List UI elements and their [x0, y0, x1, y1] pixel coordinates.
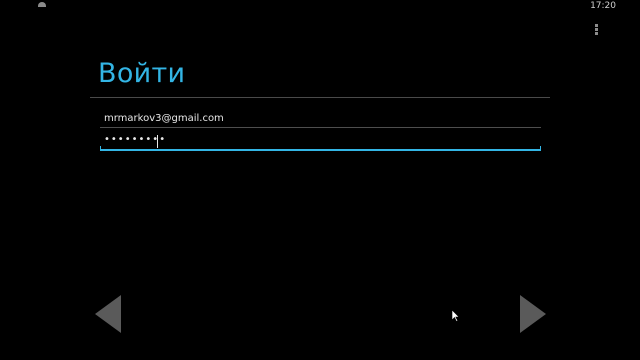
password-field[interactable]: ••••••••• [100, 133, 541, 151]
notification-icon [38, 2, 46, 7]
status-time: 17:20 [590, 1, 616, 11]
password-field-underline [100, 149, 541, 151]
text-cursor [157, 135, 158, 148]
email-field-value: mrmarkov3@gmail.com [104, 113, 224, 124]
password-field-tick-right [540, 146, 541, 151]
password-field-tick-left [100, 146, 101, 151]
title-divider [90, 97, 550, 98]
mouse-pointer-icon [452, 310, 460, 322]
back-arrow-icon [95, 295, 121, 333]
login-screen: 17:20 Войти mrmarkov3@gmail.com ••••••••… [0, 0, 640, 360]
page-title: Войти [98, 58, 186, 89]
back-button[interactable] [95, 295, 121, 333]
email-field[interactable]: mrmarkov3@gmail.com [100, 110, 541, 128]
next-arrow-icon [520, 295, 546, 333]
next-button[interactable] [520, 295, 546, 333]
overflow-menu-icon[interactable] [594, 24, 600, 36]
email-field-underline [100, 127, 541, 128]
status-bar: 17:20 [0, 0, 640, 14]
